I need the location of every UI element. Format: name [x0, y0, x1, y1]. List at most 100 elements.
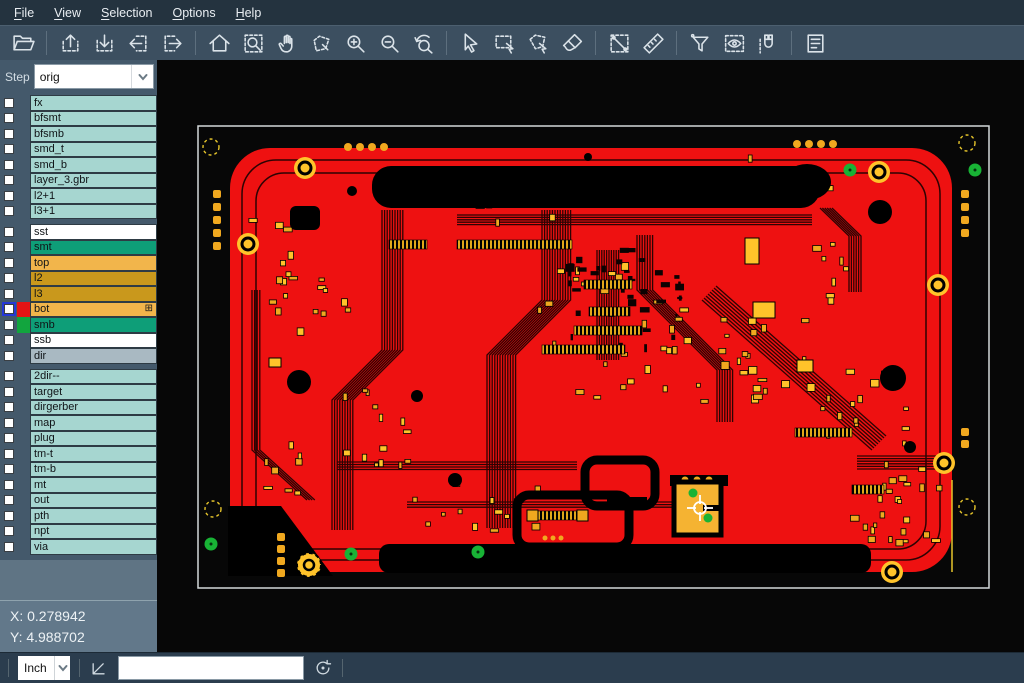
layer-name-field[interactable]: smb — [30, 317, 157, 333]
open-folder-button[interactable] — [6, 28, 40, 58]
layer-color-swatch[interactable] — [17, 224, 30, 240]
layer-color-swatch[interactable] — [17, 348, 30, 364]
layer-name-field[interactable]: mt — [30, 477, 157, 493]
import-up-button[interactable] — [53, 28, 87, 58]
layer-visibility-checkbox[interactable] — [4, 433, 14, 443]
layer-name-field[interactable]: bfsmb — [30, 126, 157, 142]
layer-visibility-checkbox[interactable] — [4, 511, 14, 521]
layer-color-swatch[interactable] — [17, 204, 30, 220]
layer-color-swatch[interactable] — [17, 173, 30, 189]
layer-color-swatch[interactable] — [17, 539, 30, 555]
layer-visibility-checkbox[interactable] — [4, 418, 14, 428]
menu-view[interactable]: View — [44, 3, 91, 23]
layer-color-swatch[interactable] — [17, 384, 30, 400]
layer-visibility-checkbox[interactable] — [4, 175, 14, 185]
layer-visibility-checkbox[interactable] — [4, 335, 14, 345]
layer-color-swatch[interactable] — [17, 142, 30, 158]
select-rect-button[interactable] — [487, 28, 521, 58]
report-panel-button[interactable] — [798, 28, 832, 58]
zoom-polygon-button[interactable] — [304, 28, 338, 58]
layer-visibility-checkbox[interactable] — [4, 144, 14, 154]
pcb-canvas[interactable] — [157, 60, 1024, 652]
layer-visibility-checkbox[interactable] — [4, 98, 14, 108]
menu-file[interactable]: File — [4, 3, 44, 23]
layer-name-field[interactable]: map — [30, 415, 157, 431]
layer-visibility-checkbox[interactable] — [4, 206, 14, 216]
layer-visibility-checkbox[interactable] — [4, 227, 14, 237]
zoom-previous-button[interactable] — [406, 28, 440, 58]
import-right-button[interactable] — [155, 28, 189, 58]
layer-visibility-checkbox[interactable] — [4, 273, 14, 283]
layer-color-swatch[interactable] — [17, 188, 30, 204]
layer-visibility-checkbox[interactable] — [4, 542, 14, 552]
menu-selection[interactable]: Selection — [91, 3, 162, 23]
layer-name-field[interactable]: smd_t — [30, 142, 157, 158]
layer-name-field[interactable]: bot⊞ — [30, 302, 157, 318]
layer-visibility-checkbox[interactable] — [4, 480, 14, 490]
layer-name-field[interactable]: out — [30, 493, 157, 509]
layer-visibility-checkbox[interactable] — [4, 242, 14, 252]
layer-visibility-checkbox[interactable] — [4, 160, 14, 170]
layer-name-field[interactable]: pth — [30, 508, 157, 524]
layer-visibility-checkbox[interactable] — [4, 351, 14, 361]
layer-name-field[interactable]: bfsmt — [30, 111, 157, 127]
layer-visibility-checkbox[interactable] — [4, 258, 14, 268]
layer-name-field[interactable]: l2+1 — [30, 188, 157, 204]
step-dropdown[interactable]: orig — [34, 64, 154, 89]
layer-name-field[interactable]: plug — [30, 431, 157, 447]
refresh-icon[interactable] — [313, 658, 333, 678]
zoom-out-button[interactable] — [372, 28, 406, 58]
layer-visibility-checkbox[interactable] — [4, 320, 14, 330]
layer-visibility-checkbox[interactable] — [4, 371, 14, 381]
menu-options[interactable]: Options — [162, 3, 225, 23]
layer-name-field[interactable]: ssb — [30, 333, 157, 349]
select-cursor-button[interactable] — [453, 28, 487, 58]
layer-visibility-checkbox[interactable] — [4, 113, 14, 123]
layer-color-swatch[interactable] — [17, 462, 30, 478]
layer-color-swatch[interactable] — [17, 415, 30, 431]
zoom-in-button[interactable] — [338, 28, 372, 58]
zoom-window-button[interactable] — [236, 28, 270, 58]
layer-name-field[interactable]: layer_3.gbr — [30, 173, 157, 189]
layer-visibility-checkbox[interactable] — [4, 129, 14, 139]
layer-color-swatch[interactable] — [17, 111, 30, 127]
layer-name-field[interactable]: tm-t — [30, 446, 157, 462]
import-left-button[interactable] — [121, 28, 155, 58]
layer-color-swatch[interactable] — [17, 493, 30, 509]
highlight-eye-button[interactable] — [717, 28, 751, 58]
measure-diagonal-button[interactable] — [602, 28, 636, 58]
filter-button[interactable] — [683, 28, 717, 58]
layer-name-field[interactable]: l2 — [30, 271, 157, 287]
layer-visibility-checkbox[interactable] — [4, 289, 14, 299]
clear-brush-button[interactable] — [555, 28, 589, 58]
angle-measure-icon[interactable] — [89, 658, 109, 678]
layer-color-swatch[interactable] — [17, 126, 30, 142]
layer-color-swatch[interactable] — [17, 255, 30, 271]
layer-color-swatch[interactable] — [17, 286, 30, 302]
layer-name-field[interactable]: l3+1 — [30, 204, 157, 220]
layer-name-field[interactable]: target — [30, 384, 157, 400]
pan-hand-button[interactable] — [270, 28, 304, 58]
layer-visibility-checkbox[interactable] — [4, 495, 14, 505]
layer-name-field[interactable]: via — [30, 539, 157, 555]
snap-magnet-button[interactable] — [751, 28, 785, 58]
layer-name-field[interactable]: dir — [30, 348, 157, 364]
layer-name-field[interactable]: smt — [30, 240, 157, 256]
layer-color-swatch[interactable] — [17, 95, 30, 111]
layer-visibility-checkbox[interactable] — [4, 387, 14, 397]
select-polygon-button[interactable] — [521, 28, 555, 58]
layer-name-field[interactable]: npt — [30, 524, 157, 540]
unit-dropdown[interactable]: Inch — [18, 656, 70, 680]
import-down-button[interactable] — [87, 28, 121, 58]
layer-color-swatch[interactable] — [17, 157, 30, 173]
layer-name-field[interactable]: top — [30, 255, 157, 271]
layer-visibility-checkbox[interactable] — [4, 402, 14, 412]
layer-visibility-checkbox[interactable] — [4, 304, 14, 314]
layer-color-swatch[interactable] — [17, 400, 30, 416]
layer-name-field[interactable]: smd_b — [30, 157, 157, 173]
layer-name-field[interactable]: tm-b — [30, 462, 157, 478]
layer-color-swatch[interactable] — [17, 477, 30, 493]
layer-color-swatch[interactable] — [17, 302, 30, 318]
layer-visibility-checkbox[interactable] — [4, 464, 14, 474]
layer-visibility-checkbox[interactable] — [4, 526, 14, 536]
